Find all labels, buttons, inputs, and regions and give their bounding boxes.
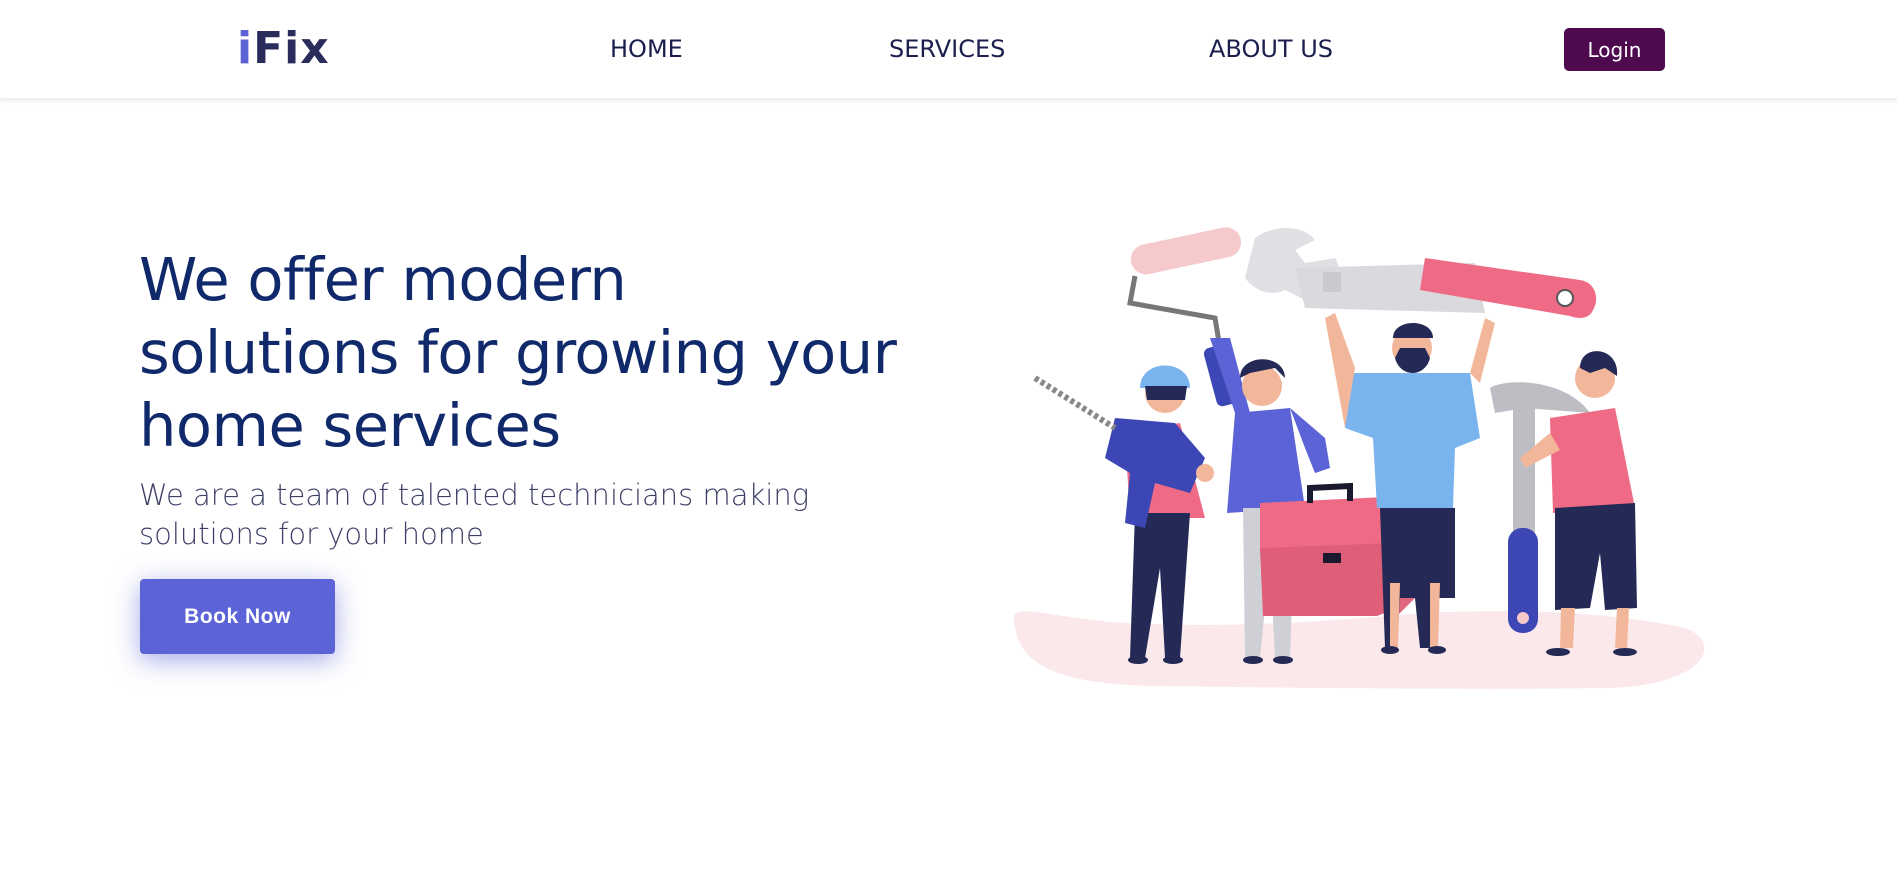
book-now-button[interactable]: Book Now xyxy=(140,579,335,654)
login-button[interactable]: Login xyxy=(1564,28,1665,71)
hero-subtitle: We are a team of talented technicians ma… xyxy=(139,478,810,551)
technician-with-drill xyxy=(1033,365,1214,658)
nav-link-services[interactable]: SERVICES xyxy=(889,34,1005,64)
technicians-with-tools-illustration xyxy=(1013,227,1705,689)
nav-link-home[interactable]: HOME xyxy=(610,34,683,64)
ifix-logo[interactable]: iFix xyxy=(237,24,330,74)
logo-letters-fix: Fix xyxy=(253,23,330,74)
logo-letter-i: i xyxy=(237,23,254,74)
nav-link-about-us[interactable]: ABOUT US xyxy=(1209,34,1333,64)
hero-title: We offer modern solutions for growing yo… xyxy=(139,245,897,460)
wrench-illustration xyxy=(1245,228,1597,318)
top-navbar: iFix HOME SERVICES ABOUT US Login xyxy=(0,0,1897,99)
ground-blob xyxy=(1013,611,1705,689)
